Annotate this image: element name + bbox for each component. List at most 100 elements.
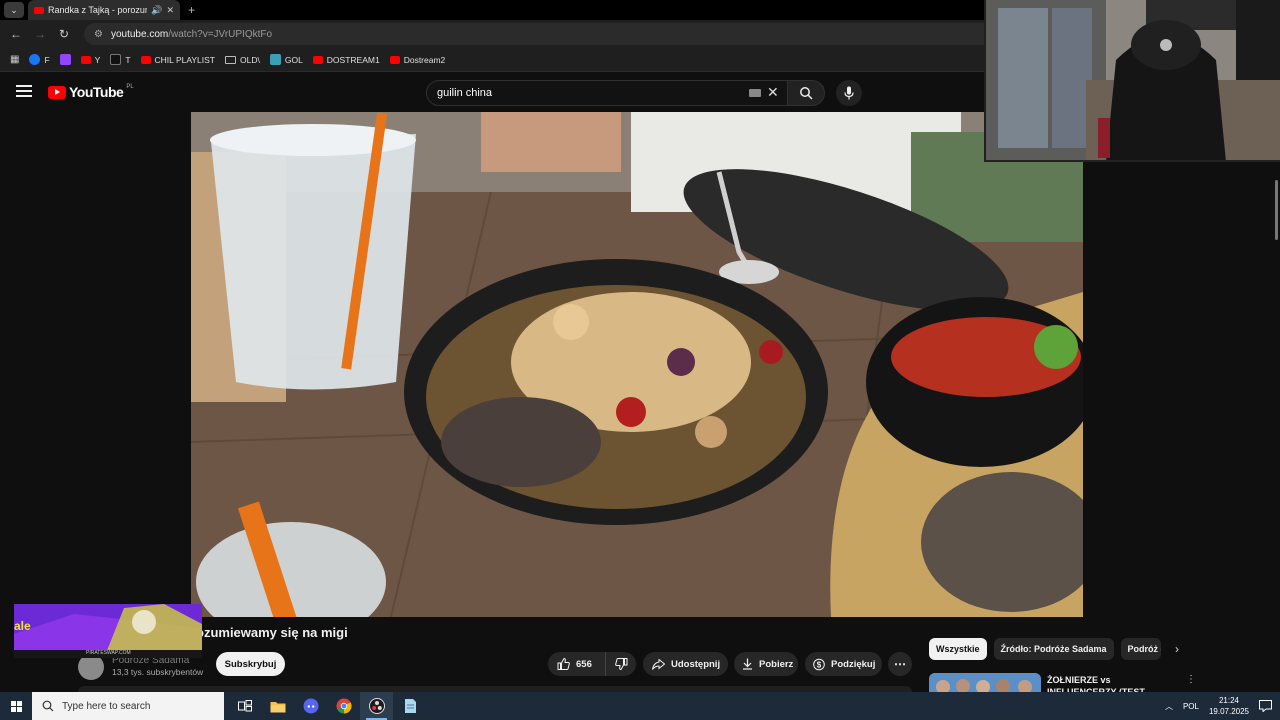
menu-icon[interactable] — [16, 85, 32, 97]
subscriber-count: 13,3 tys. subskrybentów — [112, 667, 204, 677]
folder-icon — [270, 701, 285, 712]
video-title: ozumiewamy się na migi — [196, 625, 348, 640]
bookmark-label: F — [44, 54, 50, 65]
thumbs-down-icon — [614, 658, 627, 670]
new-tab-button[interactable]: + — [188, 3, 195, 17]
svg-text:$: $ — [817, 660, 822, 669]
windows-logo-icon — [10, 700, 22, 712]
bookmark-folder-old[interactable]: OLD\ — [225, 55, 260, 65]
recommended-thumbnail-image — [929, 673, 1041, 692]
chip-all[interactable]: Wszystkie — [929, 638, 987, 660]
thumbs-up-icon — [557, 658, 570, 670]
youtube-icon — [140, 55, 151, 64]
ad-banner-overlay[interactable]: ale PIRATESWAP.COM — [14, 604, 202, 658]
task-view-icon — [237, 700, 252, 712]
chip-travel[interactable]: Podróż d — [1120, 638, 1161, 660]
scrollbar-thumb[interactable] — [1275, 180, 1278, 240]
search-button[interactable] — [787, 80, 825, 106]
thanks-button[interactable]: $ Podziękuj — [805, 652, 882, 676]
notepad-app-button[interactable] — [393, 692, 426, 720]
recommended-video-title[interactable]: ŻOŁNIERZE vs INFLUENCERZY (TEST LIDERA) — [1047, 674, 1179, 692]
site-info-icon[interactable]: ⚙ — [94, 29, 103, 40]
obs-app-button[interactable] — [360, 692, 393, 720]
facebook-icon — [29, 54, 41, 65]
search-icon — [800, 87, 813, 100]
search-query: guilin china — [437, 87, 493, 99]
browser-tab-active[interactable]: Randka z Tajką - porozumie 🔊 ✕ — [28, 0, 180, 20]
like-button[interactable]: 656 — [548, 652, 606, 676]
streamer-webcam-image — [986, 0, 1280, 160]
dislike-button[interactable] — [606, 658, 636, 670]
bookmark-dostream1[interactable]: DOSTREAM1 — [312, 54, 380, 65]
youtube-logo[interactable]: YouTube PL — [48, 84, 134, 100]
like-count: 656 — [576, 658, 592, 670]
chrome-app-button[interactable] — [327, 692, 360, 720]
download-label: Pobierz — [759, 658, 794, 670]
url-host: youtube.com — [110, 28, 169, 40]
recommended-more-icon[interactable]: ⋮ — [1186, 674, 1196, 685]
search-input[interactable]: guilin china ✕ — [426, 80, 788, 106]
share-button[interactable]: Udostępnij — [643, 652, 728, 676]
youtube-icon — [312, 55, 323, 64]
system-tray: ︿ POL 21:24 19.07.2025 — [1165, 692, 1280, 720]
close-tab-icon[interactable]: ✕ — [166, 5, 174, 16]
chip-from-channel[interactable]: Źródło: Podróże Sadama — [993, 638, 1114, 660]
thanks-dollar-icon: $ — [813, 658, 825, 670]
share-label: Udostępnij — [671, 658, 721, 670]
taskbar-clock[interactable]: 21:24 19.07.2025 — [1209, 695, 1249, 717]
bookmark-f[interactable]: F — [29, 54, 50, 65]
chrome-icon — [336, 698, 352, 714]
bookmark-t[interactable]: T — [110, 54, 131, 65]
back-button[interactable]: ← — [4, 27, 28, 41]
bookmark-chil-playlist[interactable]: CHIL PLAYLIST — [140, 55, 215, 65]
forward-button[interactable]: → — [28, 27, 52, 41]
webcam-overlay — [984, 0, 1280, 162]
notepad-icon — [404, 699, 416, 713]
taskbar-search-box[interactable]: Type here to search — [32, 692, 224, 720]
start-button[interactable] — [0, 692, 32, 720]
youtube-favicon-icon — [34, 6, 44, 14]
bookmark-label: Dostream2 — [403, 54, 446, 65]
more-actions-button[interactable]: ⋯ — [888, 652, 912, 676]
bookmark-dostream2[interactable]: Dostream2 — [389, 54, 446, 65]
voice-search-button[interactable] — [836, 80, 862, 106]
tab-search-button[interactable]: ⌄ — [4, 2, 24, 18]
reload-button[interactable]: ↻ — [52, 27, 76, 41]
subscribe-button[interactable]: Subskrybuj — [216, 652, 285, 676]
download-icon — [743, 658, 752, 670]
svg-text:ale: ale — [14, 619, 31, 633]
audio-playing-icon[interactable]: 🔊 — [151, 5, 162, 16]
bookmark-label: DOSTREAM1 — [326, 54, 380, 65]
taskbar-search-placeholder: Type here to search — [62, 700, 151, 712]
video-player[interactable] — [191, 112, 1083, 617]
url-path: /watch?v=JVrUPIQktFo — [168, 28, 273, 40]
tray-overflow-chevron-icon[interactable]: ︿ — [1165, 701, 1173, 712]
keyboard-icon[interactable] — [749, 89, 761, 97]
region-code: PL — [126, 84, 134, 90]
bookmark-twitch[interactable] — [59, 54, 71, 65]
clear-search-icon[interactable]: ✕ — [767, 84, 779, 101]
notifications-icon[interactable] — [1259, 700, 1272, 712]
bookmark-label: Y — [94, 54, 101, 65]
youtube-icon — [389, 55, 400, 64]
more-horizontal-icon: ⋯ — [894, 657, 906, 671]
clock-time: 21:24 — [1218, 696, 1239, 705]
bookmark-gol[interactable]: GOL — [269, 54, 303, 65]
download-button[interactable]: Pobierz — [734, 652, 798, 676]
x-icon — [110, 54, 122, 65]
gol-icon — [269, 54, 281, 65]
discord-app-button[interactable] — [294, 692, 327, 720]
page-scrollbar[interactable] — [1273, 162, 1280, 692]
recommended-video-thumbnail[interactable] — [929, 673, 1041, 692]
youtube-play-icon — [48, 85, 66, 99]
apps-grid-icon[interactable]: ▦ — [10, 54, 19, 65]
chips-next-chevron-icon[interactable]: › — [1175, 642, 1179, 656]
thanks-label: Podziękuj — [831, 658, 876, 670]
task-view-button[interactable] — [228, 692, 261, 720]
file-explorer-button[interactable] — [261, 692, 294, 720]
twitch-icon — [59, 54, 71, 65]
folder-icon — [225, 55, 236, 64]
bookmark-y[interactable]: Y — [80, 54, 101, 65]
input-language[interactable]: POL — [1183, 702, 1199, 711]
windows-taskbar: Type here to search ︿ POL 21:24 19.07.20… — [0, 692, 1280, 720]
